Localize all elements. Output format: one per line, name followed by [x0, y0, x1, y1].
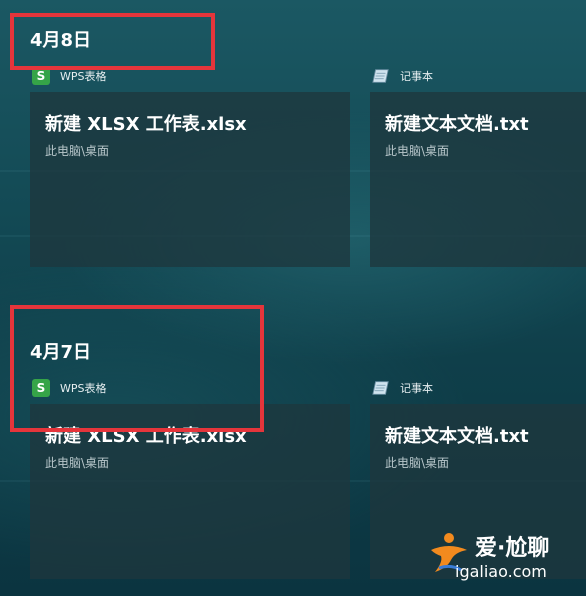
notepad-icon: [372, 67, 390, 85]
file-path: 此电脑\桌面: [45, 144, 110, 158]
highlight-box: [10, 305, 264, 432]
highlight-box: [10, 13, 215, 70]
watermark: 爱·尬聊 igaliao.com: [425, 528, 585, 588]
file-title: 新建文本文档.txt: [385, 426, 529, 447]
file-title: 新建 XLSX 工作表.xlsx: [45, 114, 247, 135]
file-path: 此电脑\桌面: [385, 456, 450, 470]
app-header-notepad: 记事本: [372, 378, 433, 398]
app-name: WPS表格: [60, 70, 107, 83]
watermark-text: 爱·尬聊: [475, 536, 550, 561]
app-name: 记事本: [400, 70, 433, 83]
timeline-tile-xlsx[interactable]: 新建 XLSX 工作表.xlsx 此电脑\桌面: [30, 92, 350, 267]
app-name: 记事本: [400, 382, 433, 395]
watermark-url: igaliao.com: [455, 562, 547, 581]
file-title: 新建文本文档.txt: [385, 114, 529, 135]
notepad-icon: [372, 379, 390, 397]
file-path: 此电脑\桌面: [45, 456, 110, 470]
app-header-notepad: 记事本: [372, 66, 433, 86]
file-path: 此电脑\桌面: [385, 144, 450, 158]
timeline-tile-txt[interactable]: 新建文本文档.txt 此电脑\桌面: [370, 92, 586, 267]
